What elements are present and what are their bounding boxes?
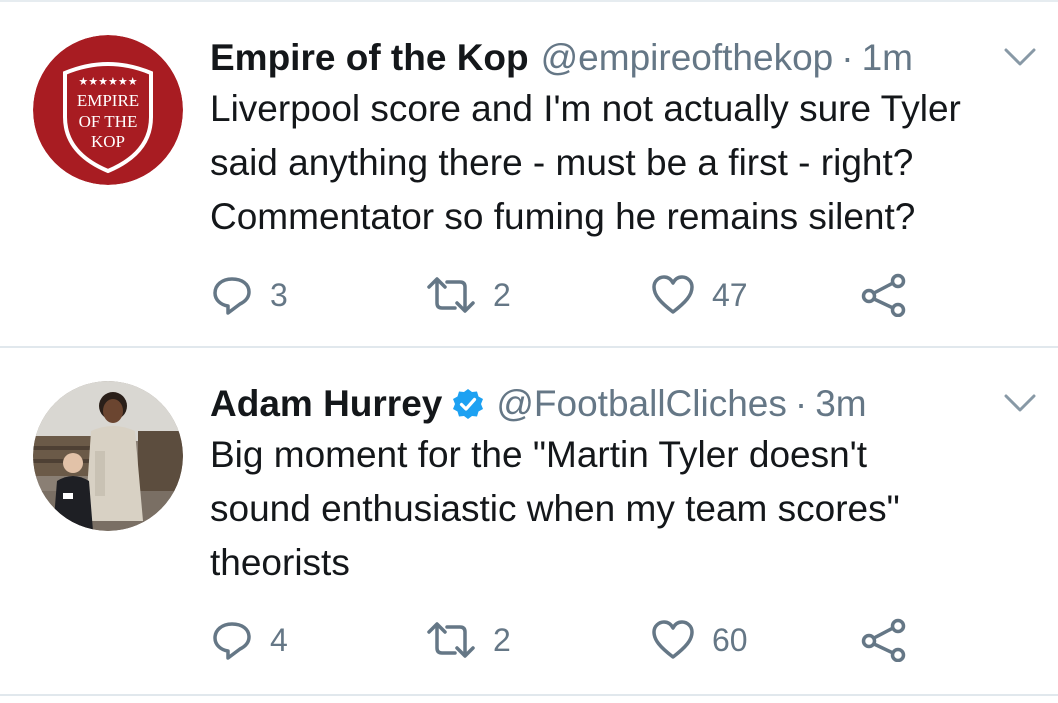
timestamp[interactable]: 3m bbox=[815, 380, 866, 428]
svg-text:★★★★★★: ★★★★★★ bbox=[78, 75, 137, 88]
empire-of-the-kop-logo: ★★★★★★ EMPIRE OF THE KOP bbox=[33, 35, 183, 185]
user-handle[interactable]: @FootballCliches bbox=[496, 380, 787, 428]
tweet-divider bbox=[0, 694, 1058, 696]
avatar-photo bbox=[33, 381, 183, 531]
share-icon bbox=[861, 273, 906, 317]
tweet-text: Big moment for the "Martin Tyler doesn't… bbox=[210, 428, 1050, 590]
svg-text:KOP: KOP bbox=[91, 132, 125, 151]
retweet-count: 2 bbox=[493, 621, 511, 658]
timeline: ★★★★★★ EMPIRE OF THE KOP Empire of the K… bbox=[0, 0, 1058, 703]
reply-icon bbox=[213, 277, 251, 315]
avatar[interactable] bbox=[33, 381, 183, 531]
tweet-text-line: Big moment for the "Martin Tyler doesn't bbox=[210, 434, 868, 475]
tweet-text: Liverpool score and I'm not actually sur… bbox=[210, 82, 1050, 244]
like-icon bbox=[652, 620, 694, 659]
like-count: 47 bbox=[712, 276, 748, 313]
separator-dot: · bbox=[841, 37, 854, 78]
reply-count: 4 bbox=[270, 621, 288, 658]
like-icon bbox=[652, 275, 694, 314]
tweet-text-line: Commentator so fuming he remains silent? bbox=[210, 196, 916, 237]
tweet-header: Adam Hurrey @FootballCliches · 3m bbox=[210, 380, 867, 428]
reply-button[interactable]: 4 bbox=[210, 615, 288, 665]
retweet-button[interactable]: 2 bbox=[425, 270, 511, 320]
retweet-icon bbox=[427, 277, 475, 313]
avatar[interactable]: ★★★★★★ EMPIRE OF THE KOP bbox=[33, 35, 183, 185]
svg-text:OF THE: OF THE bbox=[79, 112, 138, 131]
share-button[interactable] bbox=[860, 615, 908, 665]
separator-dot: · bbox=[794, 383, 808, 424]
verified-badge-icon bbox=[452, 388, 484, 420]
tweet-text-line: sound enthusiastic when my team scores" bbox=[210, 488, 900, 529]
chevron-down-icon[interactable] bbox=[1000, 42, 1040, 72]
svg-text:EMPIRE: EMPIRE bbox=[77, 91, 139, 110]
retweet-icon bbox=[427, 622, 475, 658]
tweet[interactable]: ★★★★★★ EMPIRE OF THE KOP Empire of the K… bbox=[0, 2, 1058, 346]
reply-icon bbox=[213, 622, 251, 660]
retweet-count: 2 bbox=[493, 276, 511, 313]
share-icon bbox=[861, 618, 906, 662]
timestamp[interactable]: 1m bbox=[862, 34, 913, 82]
like-button[interactable]: 60 bbox=[650, 615, 748, 665]
retweet-button[interactable]: 2 bbox=[425, 615, 511, 665]
tweet-actions: 4 2 60 bbox=[210, 615, 1010, 665]
display-name[interactable]: Adam Hurrey bbox=[210, 380, 442, 428]
tweet-text-line: theorists bbox=[210, 542, 350, 583]
tweet-actions: 3 2 47 bbox=[210, 270, 1010, 320]
like-count: 60 bbox=[712, 621, 748, 658]
tweet-text-line: said anything there - must be a first - … bbox=[210, 142, 914, 183]
like-button[interactable]: 47 bbox=[650, 270, 748, 320]
share-button[interactable] bbox=[860, 270, 908, 320]
tweet-text-line: Liverpool score and I'm not actually sur… bbox=[210, 88, 961, 129]
reply-button[interactable]: 3 bbox=[210, 270, 288, 320]
tweet-header: Empire of the Kop @empireofthekop · 1m bbox=[210, 34, 913, 82]
tweet[interactable]: Adam Hurrey @FootballCliches · 3m Big mo… bbox=[0, 348, 1058, 694]
user-handle[interactable]: @empireofthekop bbox=[541, 34, 834, 82]
display-name[interactable]: Empire of the Kop bbox=[210, 34, 529, 82]
chevron-down-icon[interactable] bbox=[1000, 388, 1040, 418]
reply-count: 3 bbox=[270, 276, 288, 313]
